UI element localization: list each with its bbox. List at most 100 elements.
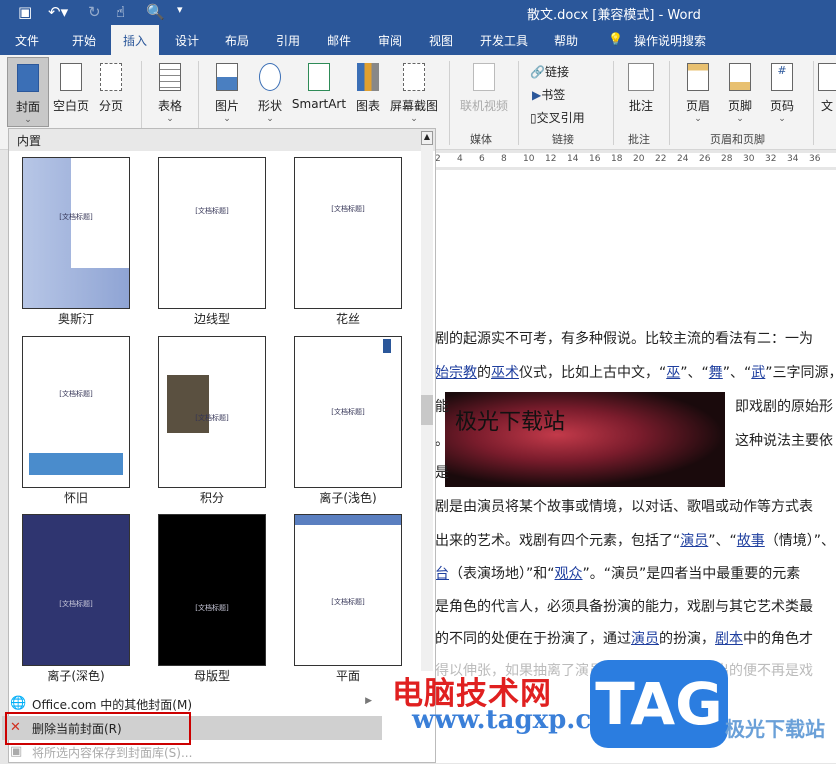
ruler-tick-label: 4 bbox=[457, 154, 463, 164]
cover-template-1[interactable]: [文档标题] bbox=[22, 157, 130, 309]
image-watermark: 极光下载站 bbox=[455, 410, 566, 435]
thumbnail-title: [文档标题] bbox=[331, 408, 365, 416]
hyperlink[interactable]: 武 bbox=[751, 365, 765, 381]
thumbnail-title: [文档标题] bbox=[195, 604, 229, 612]
tab-developer[interactable]: 开发工具 bbox=[480, 32, 528, 49]
hyperlink[interactable]: 剧本 bbox=[715, 631, 743, 647]
online-video-button[interactable]: 联机视频 bbox=[458, 63, 510, 114]
table-label: 表格 bbox=[157, 99, 182, 113]
text-run: ”、“ bbox=[722, 365, 752, 381]
menu-label: Office.com 中的其他封面(M) bbox=[32, 698, 193, 712]
template-name-label: 离子(浅色) bbox=[319, 491, 377, 505]
video-icon bbox=[473, 63, 495, 91]
tab-file[interactable]: 文件 bbox=[15, 32, 39, 49]
chevron-right-icon: ▶ bbox=[365, 696, 372, 706]
smartart-button[interactable]: SmartArt bbox=[291, 63, 347, 111]
hyperlink[interactable]: 舞 bbox=[709, 365, 723, 381]
highlight-box bbox=[5, 712, 191, 745]
tab-references[interactable]: 引用 bbox=[276, 32, 300, 49]
cover-template-3[interactable]: [文档标题] bbox=[294, 157, 402, 309]
paragraph-line: 始宗教的巫术仪式，比如上古中文，“巫”、“舞”、“武”三字同源， bbox=[435, 362, 836, 382]
hyperlink[interactable]: 观众 bbox=[555, 566, 583, 582]
page-number-button[interactable]: # 页码 ⌄ bbox=[764, 63, 800, 124]
cover-template-2[interactable]: [文档标题] bbox=[158, 157, 266, 309]
hyperlink[interactable]: 台 bbox=[435, 566, 449, 582]
shapes-label: 形状 bbox=[257, 99, 282, 113]
cover-template-8[interactable]: [文档标题] bbox=[158, 514, 266, 666]
text-run: 是角色的代言人，必须具备扮演的能力，戏剧与其它艺术类最 bbox=[435, 599, 813, 615]
paragraph-line: 能 即戏剧的原始形 bbox=[435, 396, 833, 416]
scroll-up-icon[interactable]: ▲ bbox=[421, 131, 433, 145]
paragraph-line: 的不同的处便在于扮演了，通过演员的扮演，剧本中的角色才 bbox=[435, 628, 813, 648]
thumbnail-title: [文档标题] bbox=[59, 600, 93, 608]
gallery-scrollbar[interactable]: ▲ bbox=[421, 131, 433, 671]
tab-layout[interactable]: 布局 bbox=[225, 32, 249, 49]
blank-page-button[interactable]: 空白页 bbox=[52, 63, 90, 114]
ruler-tick-label: 10 bbox=[523, 154, 535, 164]
link-button[interactable]: 🔗链接 bbox=[530, 63, 569, 80]
tell-me-search[interactable]: 操作说明搜索 bbox=[634, 32, 706, 49]
cover-template-9[interactable]: [文档标题] bbox=[294, 514, 402, 666]
thumbnail-title: [文档标题] bbox=[59, 390, 93, 398]
window-title: 散文.docx [兼容模式] - Word bbox=[527, 8, 701, 23]
undo-icon[interactable]: ↶▾ bbox=[48, 3, 68, 21]
comment-button[interactable]: 批注 bbox=[623, 63, 659, 114]
cross-reference-button[interactable]: ▯交叉引用 bbox=[530, 109, 585, 126]
header-button[interactable]: 页眉 ⌄ bbox=[680, 63, 716, 124]
template-name-label: 花丝 bbox=[335, 312, 360, 326]
touch-mode-icon[interactable]: ☝ bbox=[116, 3, 125, 21]
thumbnail-title: [文档标题] bbox=[331, 205, 365, 213]
hyperlink[interactable]: 演员 bbox=[631, 631, 659, 647]
hyperlink[interactable]: 巫术 bbox=[491, 365, 519, 381]
link-icon: 🔗 bbox=[530, 65, 545, 79]
tab-review[interactable]: 审阅 bbox=[378, 32, 402, 49]
hyperlink[interactable]: 演员 bbox=[680, 533, 708, 549]
template-name-label: 离子(深色) bbox=[47, 669, 105, 683]
cover-template-7[interactable]: [文档标题] bbox=[22, 514, 130, 666]
chart-label: 图表 bbox=[355, 99, 380, 113]
ruler-tick-label: 12 bbox=[545, 154, 557, 164]
cover-template-6[interactable]: [文档标题] bbox=[294, 336, 402, 488]
header-label: 页眉 bbox=[685, 99, 710, 113]
hyperlink[interactable]: 巫 bbox=[666, 365, 680, 381]
tab-mailings[interactable]: 邮件 bbox=[327, 32, 351, 49]
watermark-tag-logo: TAG bbox=[590, 660, 728, 748]
text-run: 的扮演， bbox=[659, 631, 715, 647]
tab-insert[interactable]: 插入 bbox=[111, 25, 159, 55]
bookmark-button[interactable]: ▶书签 bbox=[532, 86, 565, 103]
divider bbox=[449, 61, 450, 145]
qat-more-icon[interactable]: ▾ bbox=[177, 3, 183, 16]
cover-template-5[interactable]: [文档标题] bbox=[158, 336, 266, 488]
text-run: 能 bbox=[435, 399, 449, 415]
paragraph-line: 。 这种说法主要依 bbox=[435, 430, 833, 450]
redo-icon[interactable]: ↻ bbox=[88, 3, 101, 21]
page-break-button[interactable]: 分页 bbox=[94, 63, 128, 114]
cover-page-button[interactable]: 封面 ⌄ bbox=[7, 57, 49, 127]
tab-design[interactable]: 设计 bbox=[175, 32, 199, 49]
tab-help[interactable]: 帮助 bbox=[554, 32, 578, 49]
screenshot-button[interactable]: 屏幕截图 ⌄ bbox=[388, 63, 440, 124]
paragraph-line: 剧是由演员将某个故事或情境，以对话、歌唱或动作等方式表 bbox=[435, 496, 813, 516]
tab-home[interactable]: 开始 bbox=[72, 32, 96, 49]
textbox-button[interactable]: 文 bbox=[818, 63, 836, 114]
bookmark-icon: ▶ bbox=[532, 88, 542, 102]
shapes-button[interactable]: 形状 ⌄ bbox=[253, 63, 287, 124]
text-run: （情境）”、 bbox=[764, 533, 836, 549]
hyperlink[interactable]: 始宗教 bbox=[435, 365, 477, 381]
hyperlink[interactable]: 故事 bbox=[737, 533, 765, 549]
chart-button[interactable]: 图表 bbox=[352, 63, 384, 114]
cover-template-4[interactable]: [文档标题] bbox=[22, 336, 130, 488]
ruler-tick-label: 28 bbox=[721, 154, 733, 164]
scroll-thumb[interactable] bbox=[421, 395, 433, 425]
tab-view[interactable]: 视图 bbox=[429, 32, 453, 49]
print-preview-icon[interactable]: 🔍 bbox=[146, 3, 165, 21]
pictures-button[interactable]: 图片 ⌄ bbox=[210, 63, 244, 124]
footer-button[interactable]: 页脚 ⌄ bbox=[722, 63, 758, 124]
table-button[interactable]: 表格 ⌄ bbox=[152, 63, 188, 124]
ruler-tick-label: 30 bbox=[743, 154, 755, 164]
save-icon[interactable]: ▣ bbox=[18, 3, 32, 21]
template-name-label: 奥斯汀 bbox=[57, 312, 94, 326]
horizontal-ruler: 2 4 6 8 10 12 14 16 18 20 22 24 26 28 30 32 34 36 bbox=[435, 153, 836, 167]
menu-label: 将所选内容保存到封面库(S)... bbox=[32, 746, 193, 760]
textbox-icon bbox=[818, 63, 836, 91]
